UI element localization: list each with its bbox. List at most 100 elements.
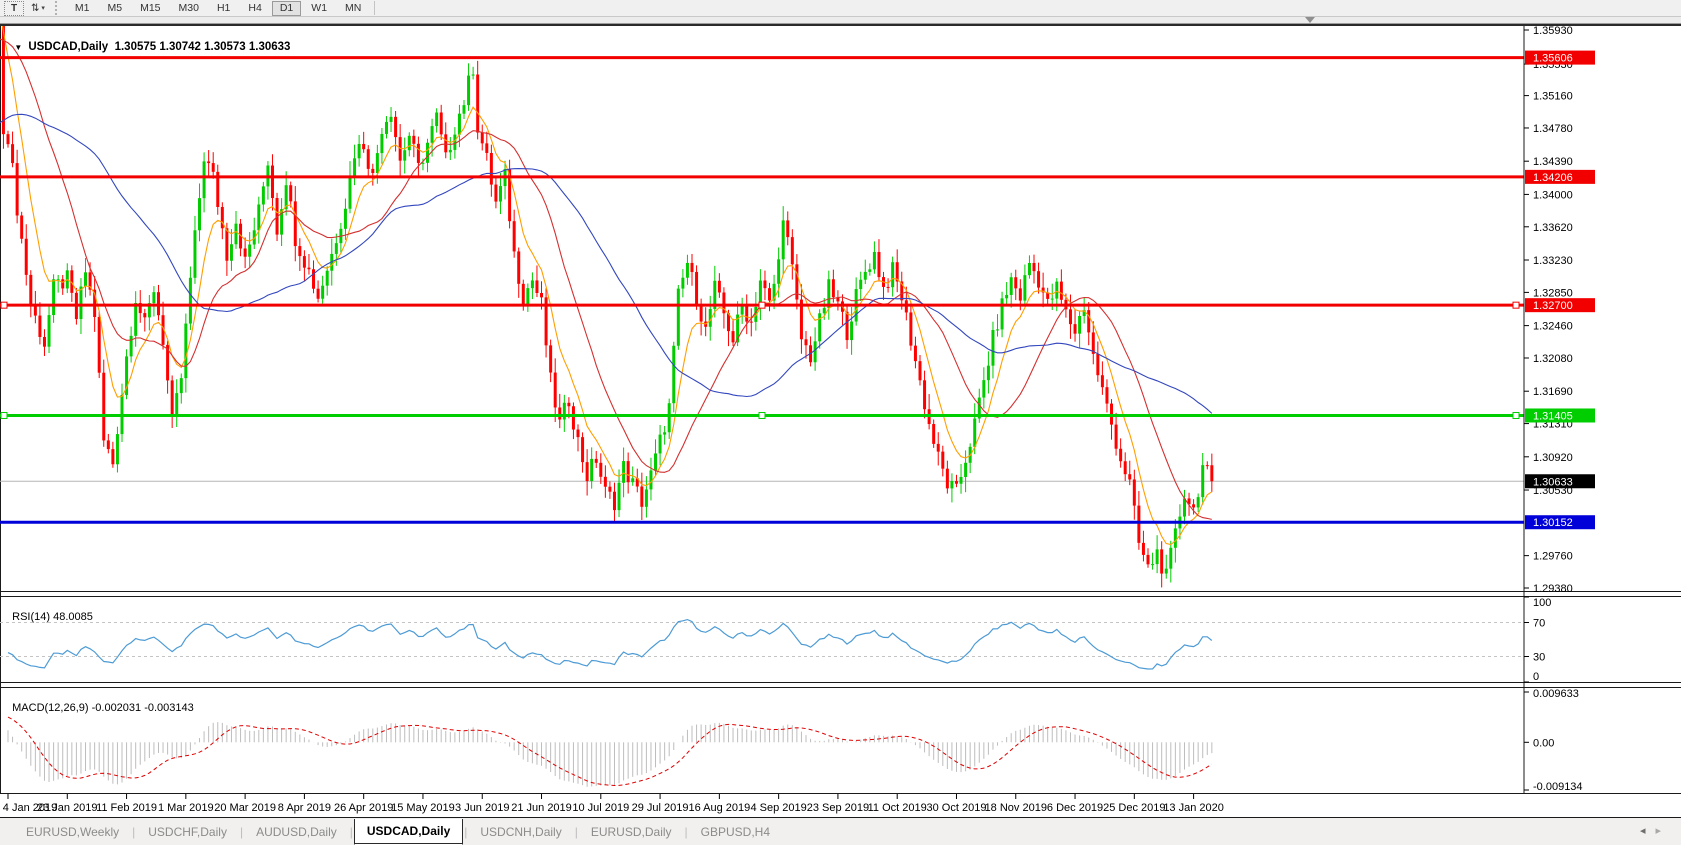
date-tick-label: 23 Jan 2019 — [37, 802, 98, 814]
pane-separator-1[interactable] — [0, 591, 1681, 592]
candle — [453, 135, 456, 150]
candle — [180, 378, 183, 393]
chart-ohlc-values: 1.30575 1.30742 1.30573 1.30633 — [115, 41, 291, 53]
candle — [1096, 354, 1099, 375]
date-tick-label: 6 Dec 2019 — [1047, 802, 1103, 814]
chart-tab-usdcad-daily[interactable]: USDCAD,Daily — [354, 819, 463, 845]
candle — [390, 117, 393, 122]
svg-text:1.30920: 1.30920 — [1533, 452, 1573, 464]
candle — [631, 478, 634, 482]
candle — [412, 136, 415, 144]
candle — [326, 271, 329, 286]
candle — [207, 161, 210, 163]
candle — [1101, 375, 1104, 387]
candle — [782, 220, 785, 259]
toolbar-grip[interactable] — [55, 1, 62, 15]
candle — [919, 361, 922, 380]
candle — [298, 246, 301, 256]
candle — [1192, 504, 1195, 507]
hline-selection-handle[interactable] — [1, 412, 7, 418]
chart-tab-usdcnh-daily[interactable]: USDCNH,Daily — [468, 818, 573, 846]
svg-text:1.29760: 1.29760 — [1533, 551, 1573, 563]
indicators-arrows-tool-button[interactable]: ⇅▾ — [26, 1, 50, 16]
candle — [846, 312, 849, 340]
chart-canvas[interactable]: 1.359301.355301.351601.347801.343901.340… — [0, 24, 1681, 817]
candle — [581, 437, 584, 462]
timeframe-button-d1[interactable]: D1 — [272, 1, 301, 16]
svg-text:1.31405: 1.31405 — [1533, 410, 1573, 422]
candle — [1051, 299, 1054, 300]
candle — [472, 75, 475, 76]
candle — [955, 481, 958, 484]
chart-tab-eurusd-weekly[interactable]: EURUSD,Weekly — [14, 818, 131, 846]
candle — [1151, 564, 1154, 565]
date-tick-label: 23 Sep 2019 — [807, 802, 869, 814]
timeframe-button-h4[interactable]: H4 — [240, 1, 269, 16]
candle — [312, 269, 315, 288]
candle — [750, 322, 753, 323]
tab-scroll-left-icon[interactable]: ◂ — [1640, 825, 1656, 837]
timeframe-button-m15[interactable]: M15 — [132, 1, 168, 16]
candle — [175, 393, 178, 415]
candle — [303, 256, 306, 268]
candle — [700, 306, 703, 322]
candle — [198, 198, 201, 230]
candle — [932, 424, 935, 444]
timeframe-button-w1[interactable]: W1 — [303, 1, 335, 16]
chart-tab-audusd-daily[interactable]: AUDUSD,Daily — [244, 818, 349, 846]
pane-separator-2[interactable] — [0, 682, 1681, 683]
candle — [440, 112, 443, 134]
hline-selection-handle[interactable] — [1513, 412, 1519, 418]
timeframe-button-m1[interactable]: M1 — [67, 1, 98, 16]
svg-text:30: 30 — [1533, 652, 1545, 664]
candle — [677, 289, 680, 346]
chart-dropdown-icon[interactable]: ▼ — [14, 43, 22, 52]
chart-tab-usdchf-daily[interactable]: USDCHF,Daily — [136, 818, 239, 846]
svg-text:1.32460: 1.32460 — [1533, 321, 1573, 333]
macd-values: -0.002031 -0.003143 — [92, 702, 194, 714]
candle — [244, 248, 247, 256]
candle — [1133, 479, 1136, 505]
pane-separator-3[interactable] — [0, 793, 1681, 794]
candle — [52, 279, 55, 315]
timeframe-button-m30[interactable]: M30 — [171, 1, 207, 16]
tab-scroll-right-icon[interactable]: ▸ — [1655, 825, 1671, 837]
candle — [444, 134, 447, 152]
candle — [1156, 549, 1159, 564]
macd-name: MACD(12,26,9) — [12, 702, 88, 714]
timeframe-button-h1[interactable]: H1 — [209, 1, 238, 16]
candle — [134, 303, 137, 336]
chart-tab-gbpusd-h4[interactable]: GBPUSD,H4 — [689, 818, 782, 846]
svg-text:1.35930: 1.35930 — [1533, 25, 1573, 37]
candle — [1160, 549, 1163, 573]
svg-text:70: 70 — [1533, 618, 1545, 630]
hline-selection-handle[interactable] — [1513, 302, 1519, 308]
candle — [513, 221, 516, 251]
timeframe-button-m5[interactable]: M5 — [100, 1, 131, 16]
chart-tab-eurusd-daily[interactable]: EURUSD,Daily — [579, 818, 684, 846]
hline-selection-handle[interactable] — [1, 302, 7, 308]
chart-scrollbar[interactable] — [0, 17, 1681, 24]
candle — [362, 144, 365, 149]
timeframe-button-mn[interactable]: MN — [337, 1, 369, 16]
candle — [604, 477, 607, 487]
candle — [850, 322, 853, 341]
candle — [102, 373, 105, 441]
date-tick-label: 25 Dec 2019 — [1103, 802, 1165, 814]
date-tick-label: 1 Mar 2019 — [158, 802, 214, 814]
candle — [877, 252, 880, 277]
date-tick-label: 20 Mar 2019 — [214, 802, 276, 814]
candle — [1010, 277, 1013, 295]
candle — [1169, 548, 1172, 569]
candle — [941, 452, 944, 469]
chart-scroll-position-marker[interactable] — [1305, 17, 1315, 23]
candle — [335, 243, 338, 254]
hline-selection-handle[interactable] — [759, 302, 765, 308]
candle — [152, 292, 155, 303]
hline-selection-handle[interactable] — [759, 412, 765, 418]
candle — [426, 143, 429, 163]
candle — [48, 315, 51, 347]
date-tick-label: 15 May 2019 — [391, 802, 455, 814]
text-label-tool-button[interactable]: T — [4, 1, 24, 16]
candle — [695, 272, 698, 306]
